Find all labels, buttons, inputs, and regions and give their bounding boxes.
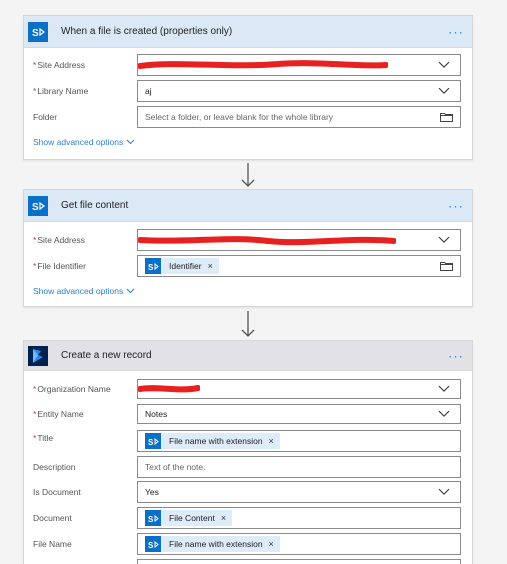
card-header[interactable]: S Get file content ··· <box>24 190 472 222</box>
description-input[interactable]: Text of the note. <box>137 456 461 478</box>
chevron-down-icon <box>438 87 450 94</box>
site-address-dropdown[interactable] <box>137 229 461 251</box>
library-name-dropdown[interactable]: aj <box>137 80 461 102</box>
site-address-label: *Site Address <box>33 60 86 70</box>
document-label: Document <box>33 513 72 523</box>
entity-name-label: *Entity Name <box>33 409 84 419</box>
redaction-mark <box>138 60 388 69</box>
chevron-down-icon <box>126 288 134 294</box>
chevron-down-icon <box>438 61 450 68</box>
svg-text:S: S <box>148 263 154 271</box>
file-name-label: File Name <box>33 539 72 549</box>
close-icon[interactable]: × <box>269 539 274 549</box>
library-name-label: *Library Name <box>33 86 89 96</box>
token-label: File Content <box>169 513 215 523</box>
close-icon[interactable]: × <box>269 436 274 446</box>
document-input[interactable]: S File Content × <box>137 507 461 529</box>
is-document-row: Is Document Yes <box>24 481 472 503</box>
library-name-value: aj <box>145 86 152 96</box>
trigger-card-file-created: S When a file is created (properties onl… <box>23 15 473 160</box>
entity-name-row: *Entity Name Notes <box>24 404 472 424</box>
folder-picker[interactable]: Select a folder, or leave blank for the … <box>137 106 461 128</box>
sharepoint-icon: S <box>145 433 161 449</box>
folder-icon[interactable] <box>440 112 453 122</box>
token-label: Identifier <box>169 261 202 271</box>
entity-name-value: Notes <box>145 409 168 419</box>
file-name-row: File Name S File name with extension × <box>24 533 472 555</box>
sharepoint-icon: S <box>28 195 48 216</box>
site-address-row: *Site Address <box>24 229 472 251</box>
folder-label: Folder <box>33 112 58 122</box>
file-identifier-label: *File Identifier <box>33 261 86 271</box>
is-document-value: Yes <box>145 487 159 497</box>
flow-arrow-icon <box>241 163 255 187</box>
card-title: Get file content <box>61 200 129 211</box>
sharepoint-icon: S <box>145 258 161 274</box>
svg-text:S: S <box>32 28 39 38</box>
card-header[interactable]: S When a file is created (properties onl… <box>24 16 472 48</box>
organization-name-row: *Organization Name <box>24 379 472 399</box>
title-input[interactable]: S File name with extension × <box>137 430 461 452</box>
svg-text:S: S <box>148 515 154 523</box>
identifier-token[interactable]: S Identifier × <box>145 258 219 274</box>
svg-text:S: S <box>32 202 39 212</box>
file-identifier-input[interactable]: S Identifier × <box>137 255 461 277</box>
description-row: Description Text of the note. <box>24 456 472 478</box>
token-label: File name with extension <box>169 436 263 446</box>
sharepoint-icon: S <box>145 536 161 552</box>
redaction-mark <box>138 385 200 393</box>
svg-text:S: S <box>148 438 154 446</box>
sharepoint-icon: S <box>145 510 161 526</box>
chevron-down-icon <box>126 139 134 145</box>
chevron-down-icon <box>438 410 450 417</box>
file-content-token[interactable]: S File Content × <box>145 510 233 526</box>
site-address-label: *Site Address <box>33 235 86 245</box>
chevron-down-icon <box>438 488 450 495</box>
action-card-create-record: Create a new record ··· *Organization Na… <box>23 340 473 564</box>
file-name-token[interactable]: S File name with extension × <box>145 433 280 449</box>
close-icon[interactable]: × <box>221 513 226 523</box>
dynamics-icon <box>28 345 48 366</box>
token-label: File name with extension <box>169 539 263 549</box>
description-label: Description <box>33 462 76 472</box>
folder-placeholder: Select a folder, or leave blank for the … <box>145 112 334 122</box>
library-name-row: *Library Name aj <box>24 80 472 102</box>
site-address-row: *Site Address <box>24 54 472 76</box>
organization-name-dropdown[interactable] <box>137 379 461 399</box>
file-identifier-row: *File Identifier S Identifier × <box>24 255 472 277</box>
next-field-input[interactable] <box>137 559 461 564</box>
file-name-input[interactable]: S File name with extension × <box>137 533 461 555</box>
file-name-token[interactable]: S File name with extension × <box>145 536 280 552</box>
more-options-button[interactable]: ··· <box>448 24 464 39</box>
close-icon[interactable]: × <box>208 261 213 271</box>
card-header[interactable]: Create a new record ··· <box>24 341 472 371</box>
svg-text:S: S <box>148 541 154 549</box>
flow-arrow-icon <box>241 311 255 337</box>
document-row: Document S File Content × <box>24 507 472 529</box>
chevron-down-icon <box>438 385 450 392</box>
title-label: *Title <box>33 433 54 443</box>
more-options-button[interactable]: ··· <box>448 198 464 213</box>
sharepoint-icon: S <box>28 21 48 42</box>
card-title: Create a new record <box>61 350 152 361</box>
redaction-mark <box>138 236 396 246</box>
more-options-button[interactable]: ··· <box>448 348 464 363</box>
description-placeholder: Text of the note. <box>145 462 206 472</box>
is-document-label: Is Document <box>33 487 81 497</box>
chevron-down-icon <box>438 236 450 243</box>
card-title: When a file is created (properties only) <box>61 26 233 37</box>
show-advanced-options-link[interactable]: Show advanced options <box>33 286 135 296</box>
next-field-row <box>24 559 472 564</box>
title-row: *Title S File name with extension × <box>24 430 472 452</box>
folder-icon[interactable] <box>440 261 453 271</box>
show-advanced-options-link[interactable]: Show advanced options <box>33 137 135 147</box>
site-address-dropdown[interactable] <box>137 54 461 76</box>
folder-row: Folder Select a folder, or leave blank f… <box>24 106 472 128</box>
is-document-dropdown[interactable]: Yes <box>137 481 461 503</box>
organization-name-label: *Organization Name <box>33 384 111 394</box>
action-card-get-file-content: S Get file content ··· *Site Address *Fi… <box>23 189 473 307</box>
entity-name-dropdown[interactable]: Notes <box>137 404 461 424</box>
